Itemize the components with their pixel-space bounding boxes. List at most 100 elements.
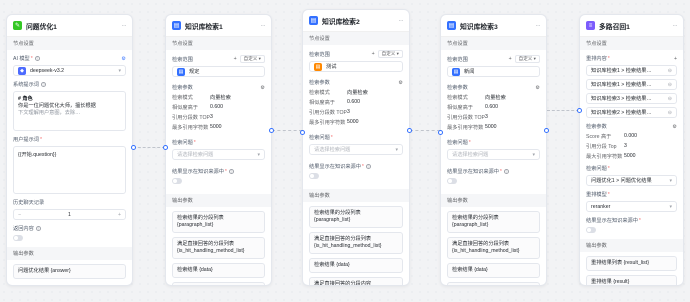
dataset-item[interactable]: ▤ 新闻: [447, 66, 540, 77]
question-select[interactable]: 问题优化1 > 问题优化结果 ▾: [586, 175, 677, 186]
display-toggle[interactable]: [586, 227, 596, 233]
chevron-down-icon: ▾: [669, 177, 672, 184]
param-label: 检索参数: [309, 80, 330, 86]
node-title: 知识库检索3: [460, 23, 498, 31]
output-section-title: 输出参数: [303, 189, 409, 202]
sys-prompt-textarea[interactable]: # 角色 你是一位问题优化大师，擅长根据 下文理解用户意图，去除…: [13, 91, 126, 131]
display-toggle[interactable]: [447, 178, 457, 184]
delete-icon[interactable]: ⊖: [668, 68, 672, 74]
chevron-down-icon: ▾: [257, 151, 260, 158]
output-section-title: 输出参数: [7, 247, 132, 260]
node-knowledge-search[interactable]: ▤ 知识库检索3 ··· 节点设置 检索范围 + 自定义 ▾ ▤ 新闻 检索参数 ⚙ 检…: [440, 14, 547, 286]
output-anchor[interactable]: [407, 128, 412, 133]
model-icon: ◆: [18, 66, 26, 75]
model-select[interactable]: reranker ▾: [586, 201, 677, 212]
rerank-item[interactable]: 知识库检索3 > 检索结果… ⊖: [586, 93, 677, 104]
node-header[interactable]: ▤ 知识库检索3 ···: [441, 15, 546, 37]
settings-icon[interactable]: ⚙: [535, 85, 540, 91]
more-icon[interactable]: ···: [399, 18, 404, 24]
history-stepper[interactable]: −1 +: [13, 209, 126, 220]
custom-select[interactable]: 自定义 ▾: [377, 50, 403, 58]
node-question-optimize[interactable]: ✎ 问题优化1 ··· 节点设置 AI 模型 *? ⚙ ◆ deepseek-v3.2…: [6, 14, 133, 286]
add-dataset-button[interactable]: +: [234, 56, 237, 62]
similarity-key: 相似度高于: [172, 105, 198, 111]
output-anchor[interactable]: [544, 128, 549, 133]
rerank-item[interactable]: 知识库检索2 > 检索结果… ⊖: [586, 107, 677, 118]
section-title: 节点设置: [441, 37, 546, 50]
display-toggle[interactable]: [172, 178, 182, 184]
user-prompt-textarea[interactable]: {{开始.question}}: [13, 146, 126, 194]
question-label: 检索问题: [447, 140, 468, 146]
connection-line: [547, 110, 579, 111]
question-select[interactable]: 请选择检索问题 ▾: [447, 149, 540, 160]
more-icon[interactable]: ···: [261, 23, 266, 29]
mode-value: 向量检索: [485, 95, 506, 101]
help-icon[interactable]: ?: [35, 226, 41, 231]
help-icon[interactable]: ?: [365, 164, 371, 169]
node-header[interactable]: ✎ 问题优化1 ···: [7, 15, 132, 37]
max-key: 最多引用字符数: [447, 125, 484, 131]
node-multi-recall[interactable]: ≡ 多路召回1 ··· 节点设置 重排内容 * + 知识库检索1 > 检索结果… ⊖ …: [579, 14, 684, 286]
custom-select[interactable]: 自定义 ▾: [239, 55, 265, 63]
plus-icon[interactable]: +: [118, 212, 121, 218]
rerank-item[interactable]: 知识库检索1 > 检索结果… ⊖: [586, 65, 677, 76]
add-dataset-button[interactable]: +: [372, 51, 375, 57]
input-anchor[interactable]: [577, 108, 582, 113]
input-anchor[interactable]: [438, 130, 443, 135]
question-select[interactable]: 请选择检索问题 ▾: [309, 144, 403, 155]
node-header[interactable]: ▤ 知识库检索1 ···: [166, 15, 271, 37]
node-title: 知识库检索2: [322, 18, 360, 26]
dataset-item[interactable]: ▤ 规定: [172, 66, 265, 77]
output-param: 检索结果的分段列表 {paragraph_list}: [172, 211, 265, 233]
output-param: 问题优化结果 {answer}: [13, 264, 126, 279]
delete-icon[interactable]: ⊖: [668, 82, 672, 88]
chevron-down-icon: ▾: [669, 203, 672, 210]
mode-key: 检索模式: [172, 95, 193, 101]
custom-select[interactable]: 自定义 ▾: [514, 55, 540, 63]
knowledge-icon: ▤: [447, 21, 456, 30]
more-icon[interactable]: ···: [122, 23, 127, 29]
max-value: 5000: [210, 124, 222, 130]
display-toggle[interactable]: [309, 173, 319, 179]
delete-icon[interactable]: ⊖: [668, 96, 672, 102]
output-param: 重排结果列表 {result_list}: [586, 256, 677, 271]
more-icon[interactable]: ···: [536, 23, 541, 29]
help-icon[interactable]: ?: [228, 169, 234, 174]
section-title: 节点设置: [580, 37, 683, 50]
input-anchor[interactable]: [300, 130, 305, 135]
output-param: 满足直接回答的分段列表 {is_hit_handling_method_list…: [172, 237, 265, 259]
node-title: 问题优化1: [26, 23, 57, 31]
settings-icon[interactable]: ⚙: [398, 80, 403, 86]
node-knowledge-search[interactable]: ▤ 知识库检索2 ··· 节点设置 检索范围 + 自定义 ▾ ▤ 测试 检索参数 ⚙ 检…: [302, 9, 410, 286]
dataset-item[interactable]: ▤ 测试: [309, 61, 403, 72]
add-icon[interactable]: +: [674, 56, 677, 62]
help-icon[interactable]: ?: [503, 169, 509, 174]
minus-icon[interactable]: −: [18, 212, 21, 218]
add-dataset-button[interactable]: +: [509, 56, 512, 62]
section-title: 节点设置: [166, 37, 271, 50]
output-anchor[interactable]: [131, 145, 136, 150]
settings-icon[interactable]: ⚙: [260, 85, 265, 91]
return-toggle[interactable]: [13, 235, 23, 241]
settings-icon[interactable]: ⚙: [121, 56, 126, 62]
top-value: 3: [347, 109, 350, 115]
settings-icon[interactable]: ⚙: [672, 124, 677, 130]
optimize-icon: ✎: [13, 21, 22, 30]
param-label: 检索参数: [172, 85, 193, 91]
node-header[interactable]: ▤ 知识库检索2 ···: [303, 10, 409, 32]
node-knowledge-search[interactable]: ▤ 知识库检索1 ··· 节点设置 检索范围 + 自定义 ▾ ▤ 规定 检索参数 ⚙ 检…: [165, 14, 272, 286]
top-value: 3: [624, 143, 627, 149]
help-icon[interactable]: ?: [34, 56, 40, 61]
delete-icon[interactable]: ⊖: [668, 110, 672, 116]
question-select[interactable]: 请选择检索问题 ▾: [172, 149, 265, 160]
output-anchor[interactable]: [269, 128, 274, 133]
help-icon[interactable]: ?: [40, 82, 46, 87]
rerank-item[interactable]: 知识库检索1 > 检索结果… ⊖: [586, 79, 677, 90]
display-label: 结果显示在知识来源中: [172, 169, 224, 175]
similarity-key: 相似度高于: [447, 105, 473, 111]
output-section-title: 输出参数: [580, 239, 683, 252]
node-header[interactable]: ≡ 多路召回1 ···: [580, 15, 683, 37]
more-icon[interactable]: ···: [673, 23, 678, 29]
model-select[interactable]: ◆ deepseek-v3.2 ▾: [13, 65, 126, 76]
input-anchor[interactable]: [163, 145, 168, 150]
